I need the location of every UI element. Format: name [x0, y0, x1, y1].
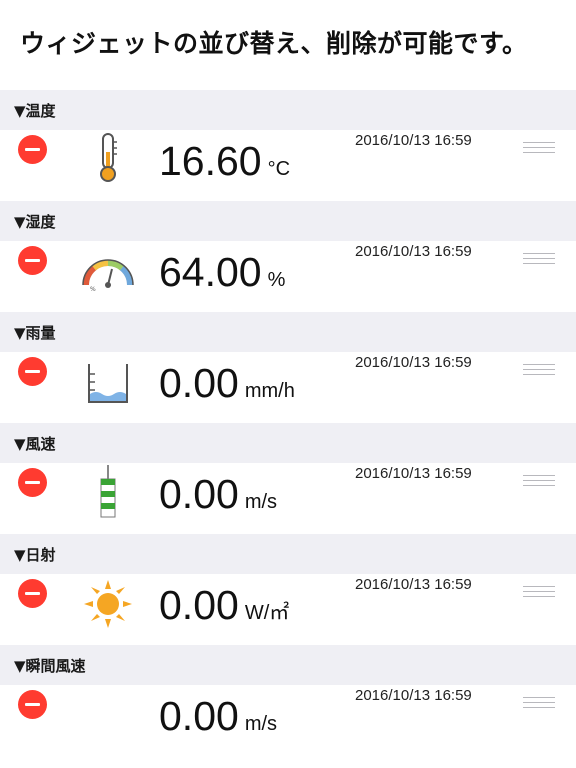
windsock-icon — [100, 465, 116, 518]
widget-row: 0.00 W/㎡ 2016/10/13 16:59 — [0, 574, 576, 645]
section-title: ▼雨量 — [14, 324, 56, 342]
widget-value: 64.00% — [159, 249, 285, 296]
value-number: 0.00 — [159, 693, 239, 739]
value-unit: °C — [267, 158, 291, 180]
sun-icon — [84, 580, 132, 628]
timestamp: 2016/10/13 16:59 — [355, 243, 472, 260]
value-unit: % — [267, 269, 286, 291]
humidity-gauge-icon: % — [82, 259, 134, 293]
delete-button[interactable] — [18, 579, 47, 608]
widget-value: 0.00 m/s — [159, 471, 277, 518]
widget-row: 0.00 mm/h 2016/10/13 16:59 — [0, 352, 576, 423]
widget-section-rainfall: ▼雨量 0.00 mm/h 2016/10/13 16:59 — [0, 312, 576, 423]
value-number: 16.60 — [159, 138, 262, 184]
widget-value: 16.60 °C — [159, 138, 290, 185]
widget-section-gust-speed: ▼瞬間風速 0.00 m/s 2016/10/13 16:59 — [0, 645, 576, 756]
value-number: 0.00 — [159, 471, 239, 517]
section-title: ▼湿度 — [14, 213, 56, 231]
timestamp: 2016/10/13 16:59 — [355, 354, 472, 371]
value-unit: mm/h — [244, 380, 295, 402]
timestamp: 2016/10/13 16:59 — [355, 687, 472, 704]
reorder-handle-icon[interactable] — [523, 586, 555, 598]
widget-row: 16.60 °C 2016/10/13 16:59 — [0, 130, 576, 201]
reorder-handle-icon[interactable] — [523, 253, 555, 265]
instruction-title: ウィジェットの並び替え、削除が可能です。 — [20, 29, 528, 58]
widget-row: % 64.00% 2016/10/13 16:59 — [0, 241, 576, 312]
section-header: ▼日射 — [0, 534, 576, 575]
value-unit: m/s — [244, 713, 278, 735]
value-unit: W/㎡ — [244, 602, 290, 624]
section-title: ▼温度 — [14, 102, 56, 120]
widget-section-humidity: ▼湿度 % 64.00% 2016/10/13 16:59 — [0, 201, 576, 312]
instruction-header: ウィジェットの並び替え、削除が可能です。 — [0, 0, 576, 91]
reorder-handle-icon[interactable] — [523, 142, 555, 154]
delete-button[interactable] — [18, 357, 47, 386]
svg-text:%: % — [90, 286, 96, 293]
widget-section-temperature: ▼温度 16.60 °C 2016/10/13 16:59 — [0, 90, 576, 201]
section-title: ▼風速 — [14, 435, 56, 453]
section-title: ▼瞬間風速 — [14, 657, 86, 675]
section-header: ▼雨量 — [0, 312, 576, 353]
reorder-handle-icon[interactable] — [523, 475, 555, 487]
value-unit: m/s — [244, 491, 278, 513]
timestamp: 2016/10/13 16:59 — [355, 576, 472, 593]
reorder-handle-icon[interactable] — [523, 697, 555, 709]
widget-row: 0.00 m/s 2016/10/13 16:59 — [0, 685, 576, 756]
reorder-handle-icon[interactable] — [523, 364, 555, 376]
delete-button[interactable] — [18, 468, 47, 497]
value-number: 0.00 — [159, 360, 239, 406]
value-number: 64.00 — [159, 249, 262, 295]
widget-value: 0.00 m/s — [159, 693, 277, 740]
timestamp: 2016/10/13 16:59 — [355, 132, 472, 149]
rain-gauge-beaker-icon — [88, 364, 128, 403]
section-header: ▼温度 — [0, 90, 576, 131]
section-header: ▼風速 — [0, 423, 576, 464]
section-title: ▼日射 — [14, 546, 56, 564]
value-number: 0.00 — [159, 582, 239, 628]
delete-button[interactable] — [18, 246, 47, 275]
widget-row: 0.00 m/s 2016/10/13 16:59 — [0, 463, 576, 534]
widget-value: 0.00 W/㎡ — [159, 582, 289, 629]
section-header: ▼湿度 — [0, 201, 576, 242]
delete-button[interactable] — [18, 690, 47, 719]
section-header: ▼瞬間風速 — [0, 645, 576, 686]
thermometer-icon — [100, 133, 117, 182]
timestamp: 2016/10/13 16:59 — [355, 465, 472, 482]
delete-button[interactable] — [18, 135, 47, 164]
widget-value: 0.00 mm/h — [159, 360, 295, 407]
widget-section-solar-radiation: ▼日射 0.00 W/㎡ 2016/10/13 16:59 — [0, 534, 576, 645]
widget-section-wind-speed: ▼風速 0.00 m/s 2016/10/13 16:59 — [0, 423, 576, 534]
